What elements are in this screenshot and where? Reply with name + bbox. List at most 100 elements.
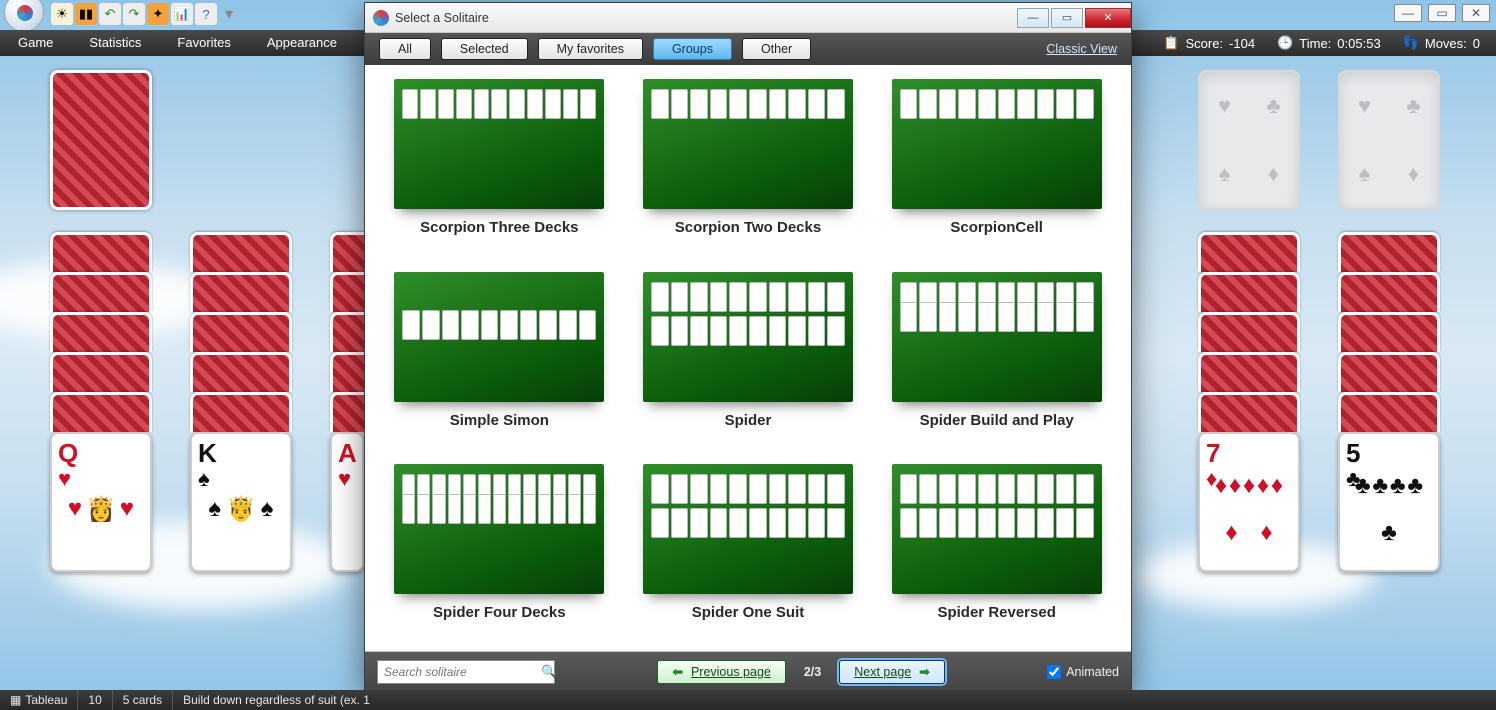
menu-game[interactable]: Game bbox=[0, 30, 71, 56]
solitaire-gallery: Scorpion Three Decks Scorpion Two Decks … bbox=[365, 65, 1131, 651]
stock-pile[interactable] bbox=[50, 70, 152, 210]
maximize-button[interactable]: ▭ bbox=[1051, 8, 1083, 28]
dialog-footer: 🔍 ⬅ Previous page 2/3 Next page ➡ Animated bbox=[365, 651, 1131, 691]
card-queen-hearts[interactable]: Q ♥ ♥👸♥ bbox=[50, 432, 152, 572]
next-page-button[interactable]: Next page ➡ bbox=[839, 660, 944, 684]
status-num: 10 bbox=[78, 690, 112, 710]
redo-button[interactable]: ↷ bbox=[123, 3, 145, 25]
moves-icon: 👣 bbox=[1403, 35, 1419, 51]
next-label: Next page bbox=[854, 665, 911, 679]
time-label: Time: bbox=[1299, 36, 1331, 51]
card-seven-diamonds[interactable]: 7 ♦ ♦♦♦♦♦♦♦ bbox=[1198, 432, 1300, 572]
game-name: Spider One Suit bbox=[692, 604, 805, 621]
undo-button[interactable]: ↶ bbox=[99, 3, 121, 25]
diamond-icon: ♦ bbox=[1408, 161, 1419, 187]
toolbar-grip-icon: ▾ bbox=[224, 4, 234, 24]
status-cards: 5 cards bbox=[113, 690, 173, 710]
score-value: -104 bbox=[1229, 36, 1255, 51]
game-name: Simple Simon bbox=[450, 412, 549, 429]
tableau-pile[interactable]: Q ♥ ♥👸♥ bbox=[50, 232, 152, 572]
app-icon bbox=[373, 10, 389, 26]
tableau-pile[interactable]: 5 ♣ ♣♣♣♣♣ bbox=[1338, 232, 1440, 572]
spade-icon: ♠ bbox=[1359, 161, 1371, 187]
select-solitaire-dialog: Select a Solitaire — ▭ ✕ All Selected My… bbox=[364, 2, 1132, 692]
search-icon[interactable]: 🔍 bbox=[541, 664, 557, 680]
game-name: Scorpion Two Decks bbox=[675, 219, 821, 236]
heart-icon: ♥ bbox=[338, 466, 351, 492]
game-name: Spider Build and Play bbox=[920, 412, 1074, 429]
arrow-left-icon: ⬅ bbox=[672, 664, 682, 679]
score-icon: 📋 bbox=[1163, 35, 1179, 51]
quick-access-toolbar: ☀ ▮▮ ↶ ↷ ✦ 📊 ? ▾ bbox=[0, 0, 234, 28]
game-name: Spider bbox=[725, 412, 772, 429]
arrow-right-icon: ➡ bbox=[919, 664, 929, 679]
grid-icon: ▦ bbox=[10, 693, 21, 707]
club-icon: ♣ bbox=[1406, 93, 1420, 119]
help-button[interactable]: ? bbox=[195, 3, 217, 25]
menu-statistics[interactable]: Statistics bbox=[71, 30, 159, 56]
stats-button[interactable]: 📊 bbox=[171, 3, 193, 25]
spade-icon: ♠ bbox=[1219, 161, 1231, 187]
game-thumb[interactable] bbox=[892, 272, 1102, 402]
moves-value: 0 bbox=[1473, 36, 1480, 51]
game-thumb[interactable] bbox=[643, 464, 853, 594]
time-readout: 🕒 Time: 0:05:53 bbox=[1277, 35, 1381, 51]
game-name: Spider Four Decks bbox=[433, 604, 566, 621]
tab-other[interactable]: Other bbox=[742, 38, 811, 60]
foundation-slot[interactable]: ♥ ♣ ♠ ♦ bbox=[1198, 70, 1300, 210]
card-ace-hearts[interactable]: A ♥ bbox=[330, 432, 364, 572]
card-five-clubs[interactable]: 5 ♣ ♣♣♣♣♣ bbox=[1338, 432, 1440, 572]
prev-label: Previous page bbox=[691, 665, 771, 679]
hint-button[interactable]: ✦ bbox=[147, 3, 169, 25]
tab-groups[interactable]: Groups bbox=[653, 38, 732, 60]
game-name: Scorpion Three Decks bbox=[420, 219, 578, 236]
dialog-titlebar[interactable]: Select a Solitaire — ▭ ✕ bbox=[365, 3, 1131, 33]
score-readout: 📋 Score: -104 bbox=[1163, 35, 1255, 51]
pause-button[interactable]: ▮▮ bbox=[75, 3, 97, 25]
app-orb-button[interactable] bbox=[4, 0, 44, 32]
game-thumb[interactable] bbox=[892, 79, 1102, 209]
game-thumb[interactable] bbox=[643, 272, 853, 402]
close-button[interactable]: ✕ bbox=[1462, 4, 1490, 22]
game-thumb[interactable] bbox=[394, 464, 604, 594]
game-name: ScorpionCell bbox=[950, 219, 1043, 236]
dialog-title: Select a Solitaire bbox=[395, 11, 489, 25]
heart-icon: ♥ bbox=[1358, 93, 1371, 119]
diamond-icon: ♦ bbox=[1268, 161, 1279, 187]
main-window-controls: — ▭ ✕ bbox=[1394, 4, 1490, 22]
minimize-button[interactable]: — bbox=[1394, 4, 1422, 22]
game-name: Spider Reversed bbox=[937, 604, 1055, 621]
tab-my-favorites[interactable]: My favorites bbox=[538, 38, 643, 60]
search-solitaire[interactable]: 🔍 bbox=[377, 660, 555, 684]
page-indicator: 2/3 bbox=[804, 665, 821, 679]
menu-favorites[interactable]: Favorites bbox=[159, 30, 248, 56]
weather-icon[interactable]: ☀ bbox=[51, 3, 73, 25]
animated-toggle[interactable]: Animated bbox=[1047, 665, 1119, 679]
animated-checkbox[interactable] bbox=[1047, 665, 1061, 679]
club-icon: ♣ bbox=[1266, 93, 1280, 119]
card-king-spades[interactable]: K ♠ ♠🤴♠ bbox=[190, 432, 292, 572]
tab-all[interactable]: All bbox=[379, 38, 431, 60]
status-area: ▦Tableau bbox=[0, 690, 78, 710]
tableau-pile[interactable]: K ♠ ♠🤴♠ bbox=[190, 232, 292, 572]
tab-selected[interactable]: Selected bbox=[441, 38, 528, 60]
game-thumb[interactable] bbox=[643, 79, 853, 209]
classic-view-link[interactable]: Classic View bbox=[1046, 42, 1117, 56]
game-thumb[interactable] bbox=[892, 464, 1102, 594]
moves-label: Moves: bbox=[1425, 36, 1467, 51]
maximize-button[interactable]: ▭ bbox=[1428, 4, 1456, 22]
close-button[interactable]: ✕ bbox=[1085, 8, 1131, 28]
heart-icon: ♥ bbox=[1218, 93, 1231, 119]
minimize-button[interactable]: — bbox=[1017, 8, 1049, 28]
moves-readout: 👣 Moves: 0 bbox=[1403, 35, 1480, 51]
foundation-slot[interactable]: ♥ ♣ ♠ ♦ bbox=[1338, 70, 1440, 210]
score-label: Score: bbox=[1185, 36, 1223, 51]
menu-appearance[interactable]: Appearance bbox=[249, 30, 355, 56]
status-hint: Build down regardless of suit (ex. 1 bbox=[173, 690, 1496, 710]
search-input[interactable] bbox=[384, 665, 541, 679]
previous-page-button[interactable]: ⬅ Previous page bbox=[657, 660, 785, 684]
game-thumb[interactable] bbox=[394, 79, 604, 209]
game-thumb[interactable] bbox=[394, 272, 604, 402]
tableau-pile[interactable]: 7 ♦ ♦♦♦♦♦♦♦ bbox=[1198, 232, 1300, 572]
card-rank: A bbox=[338, 438, 357, 469]
